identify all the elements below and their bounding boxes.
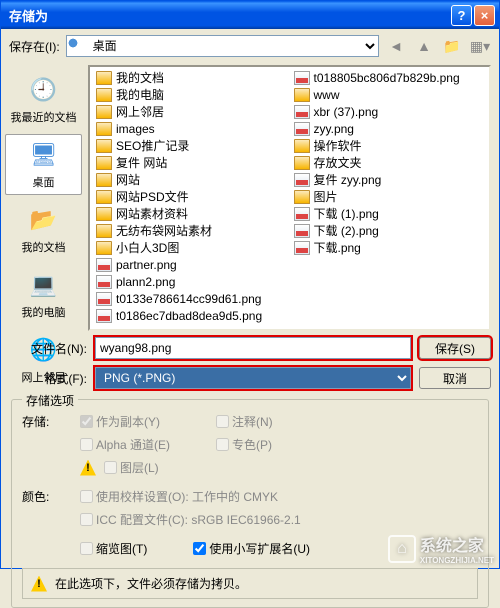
folder-icon	[294, 88, 310, 102]
file-item[interactable]: 下载.png	[290, 239, 488, 256]
places-sidebar: 🕘 我最近的文档 🖥 桌面 📂 我的文档 💻 我的电脑 🌐 网上邻居	[1, 63, 86, 333]
warning-icon	[31, 576, 47, 592]
place-mycomputer[interactable]: 💻 我的电脑	[5, 264, 82, 325]
file-item[interactable]: 小白人3D图	[92, 239, 290, 256]
save-button[interactable]: 保存(S)	[419, 337, 491, 359]
storage-options-group: 存储选项 存储: 作为副本(Y) 注释(N) Alpha 通道(E) 专色(P)…	[11, 399, 489, 608]
computer-icon: 💻	[28, 269, 60, 301]
warning-text: 在此选项下，文件必须存储为拷贝。	[55, 575, 247, 592]
file-item[interactable]: 我的文档	[92, 69, 290, 86]
opt-layer: 图层(L)	[104, 459, 159, 476]
file-item[interactable]: 下载 (2).png	[290, 222, 488, 239]
opt-thumb: 缩览图(T)	[80, 540, 147, 557]
file-list[interactable]: 我的文档我的电脑网上邻居imagesSEO推广记录复件 网站网站网站PSD文件网…	[88, 65, 491, 331]
opt-note: 注释(N)	[216, 413, 273, 430]
png-icon	[294, 173, 310, 187]
png-icon	[96, 292, 112, 306]
file-item[interactable]: 存放文夹	[290, 154, 488, 171]
folder-icon	[294, 156, 310, 170]
file-item[interactable]: SEO推广记录	[92, 137, 290, 154]
folder-icon	[96, 156, 112, 170]
mydocs-icon: 📂	[28, 204, 60, 236]
folder-icon	[96, 173, 112, 187]
storage-legend: 存储选项	[22, 392, 78, 409]
format-label: 格式(F):	[9, 370, 87, 387]
folder-icon	[294, 190, 310, 204]
desktop-icon: 🖥	[28, 139, 60, 171]
png-icon	[294, 105, 310, 119]
folder-icon	[96, 105, 112, 119]
savein-label: 保存在(I):	[9, 38, 60, 55]
file-item[interactable]: t018805bc806d7b829b.png	[290, 69, 488, 86]
png-icon	[96, 309, 112, 323]
folder-icon	[96, 190, 112, 204]
opt-copy: 作为副本(Y)	[80, 413, 160, 430]
file-item[interactable]: 复件 网站	[92, 154, 290, 171]
file-item[interactable]: t0186ec7dbad8dea9d5.png	[92, 307, 290, 324]
file-item[interactable]: 操作软件	[290, 137, 488, 154]
place-desktop[interactable]: 🖥 桌面	[5, 134, 82, 195]
file-item[interactable]: 网站	[92, 171, 290, 188]
opt-alpha: Alpha 通道(E)	[80, 436, 170, 453]
opt-lowerext[interactable]: 使用小写扩展名(U)	[193, 540, 310, 557]
titlebar: 存储为 ? ×	[1, 1, 499, 29]
file-item[interactable]: xbr (37).png	[290, 103, 488, 120]
png-icon	[294, 207, 310, 221]
place-mydocs[interactable]: 📂 我的文档	[5, 199, 82, 260]
help-button[interactable]: ?	[451, 5, 472, 26]
file-item[interactable]: 网站PSD文件	[92, 188, 290, 205]
file-item[interactable]: 复件 zyy.png	[290, 171, 488, 188]
folder-icon	[96, 88, 112, 102]
back-icon[interactable]: ◄	[385, 35, 407, 57]
color-label: 颜色:	[22, 488, 72, 505]
format-dropdown[interactable]: PNG (*.PNG)	[95, 367, 411, 389]
folder-icon	[96, 139, 112, 153]
filename-input[interactable]	[95, 337, 411, 359]
file-item[interactable]: 网站素材资料	[92, 205, 290, 222]
savein-dropdown[interactable]: 桌面	[66, 35, 379, 57]
opt-proof: 使用校样设置(O): 工作中的 CMYK	[80, 488, 278, 505]
file-item[interactable]: www	[290, 86, 488, 103]
folder-icon	[96, 122, 112, 136]
file-item[interactable]: 无纺布袋网站素材	[92, 222, 290, 239]
file-item[interactable]: plann2.png	[92, 273, 290, 290]
file-item[interactable]: t0133e786614cc99d61.png	[92, 290, 290, 307]
file-item[interactable]: 我的电脑	[92, 86, 290, 103]
folder-icon	[294, 139, 310, 153]
recent-icon: 🕘	[28, 74, 60, 106]
newfolder-icon[interactable]: 📁	[441, 35, 463, 57]
viewmenu-icon[interactable]: ▦▾	[469, 35, 491, 57]
place-recent[interactable]: 🕘 我最近的文档	[5, 69, 82, 130]
png-icon	[96, 275, 112, 289]
warning-box: 在此选项下，文件必须存储为拷贝。	[22, 568, 478, 599]
file-item[interactable]: images	[92, 120, 290, 137]
file-item[interactable]: 下载 (1).png	[290, 205, 488, 222]
cancel-button[interactable]: 取消	[419, 367, 491, 389]
png-icon	[294, 241, 310, 255]
folder-icon	[96, 207, 112, 221]
png-icon	[294, 71, 310, 85]
folder-icon	[96, 224, 112, 238]
opt-spot: 专色(P)	[216, 436, 272, 453]
filename-label: 文件名(N):	[9, 340, 87, 357]
warning-icon	[80, 460, 96, 476]
png-icon	[294, 224, 310, 238]
png-icon	[294, 122, 310, 136]
close-button[interactable]: ×	[474, 5, 495, 26]
file-item[interactable]: zyy.png	[290, 120, 488, 137]
folder-icon	[96, 71, 112, 85]
up-icon[interactable]: ▲	[413, 35, 435, 57]
dialog-title: 存储为	[9, 6, 449, 25]
file-item[interactable]: 网上邻居	[92, 103, 290, 120]
folder-icon	[96, 241, 112, 255]
file-item[interactable]: 图片	[290, 188, 488, 205]
png-icon	[96, 258, 112, 272]
file-item[interactable]: partner.png	[92, 256, 290, 273]
storage-label: 存储:	[22, 413, 72, 430]
opt-icc: ICC 配置文件(C): sRGB IEC61966-2.1	[80, 511, 301, 528]
